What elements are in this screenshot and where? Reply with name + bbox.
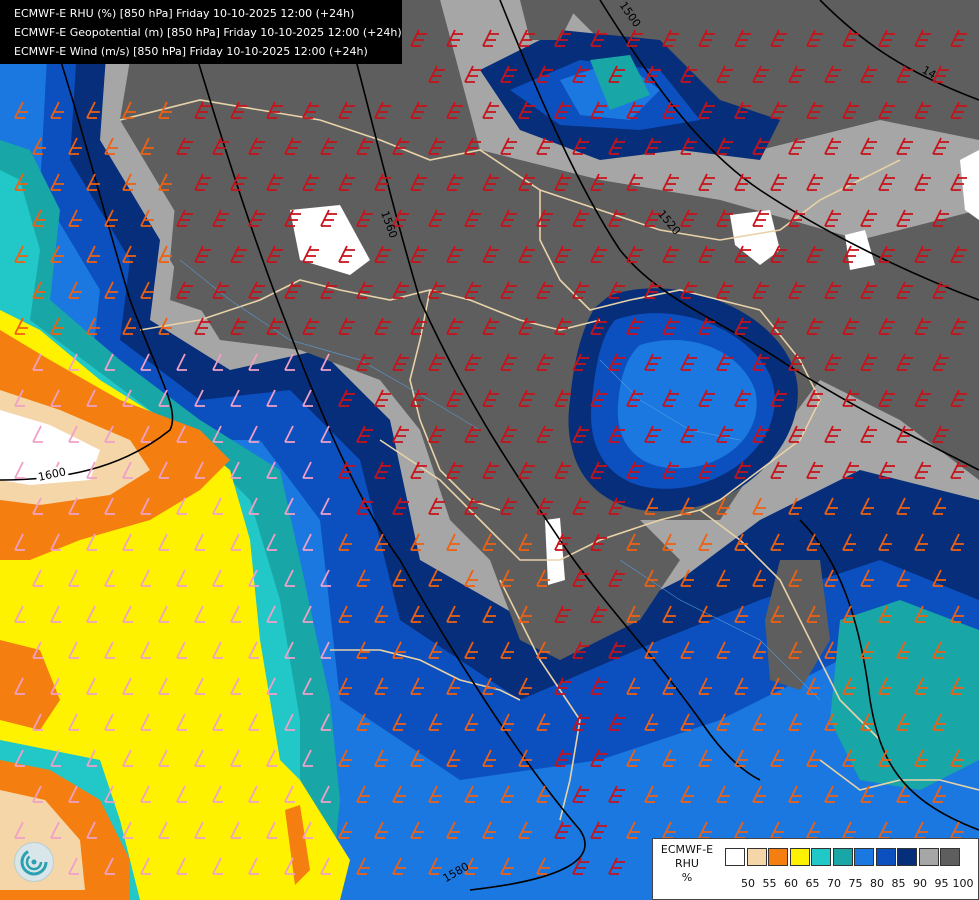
title-geopotential: ECMWF-E Geopotential (m) [850 hPa] Frida… [14,26,402,39]
rhu-map [0,0,979,900]
legend-title-line: ECMWF-E [660,843,714,856]
weather-map-view: 1500 1560 1520 1600 1580 14 ECMWF-E RHU … [0,0,979,900]
legend-swatch [746,848,767,866]
legend-title-line: % [681,871,693,884]
legend-swatch [789,848,810,866]
map-title-block: ECMWF-E RHU (%) [850 hPa] Friday 10-10-2… [0,0,402,64]
legend-swatch [768,848,788,866]
title-rhu: ECMWF-E RHU (%) [850 hPa] Friday 10-10-2… [14,7,355,20]
legend-swatch [811,848,831,866]
legend-swatch [725,848,745,866]
legend-title: ECMWF-E RHU % [653,843,721,885]
legend-swatch [832,848,853,866]
legend-tick-label: 100 [952,877,974,890]
rhu-color-legend: ECMWF-E RHU % 50 55 60 65 70 75 80 85 90 95 100 [652,838,979,900]
rhu-field-70b [830,600,979,790]
legend-swatch [940,848,960,866]
legend-swatch [854,848,874,866]
legend-swatch [897,848,917,866]
legend-title-line: RHU [675,857,699,870]
legend-swatch [875,848,896,866]
ecmwf-swirl-logo-icon [14,842,54,882]
title-wind: ECMWF-E Wind (m/s) [850 hPa] Friday 10-1… [14,45,368,58]
legend-swatch [918,848,939,866]
